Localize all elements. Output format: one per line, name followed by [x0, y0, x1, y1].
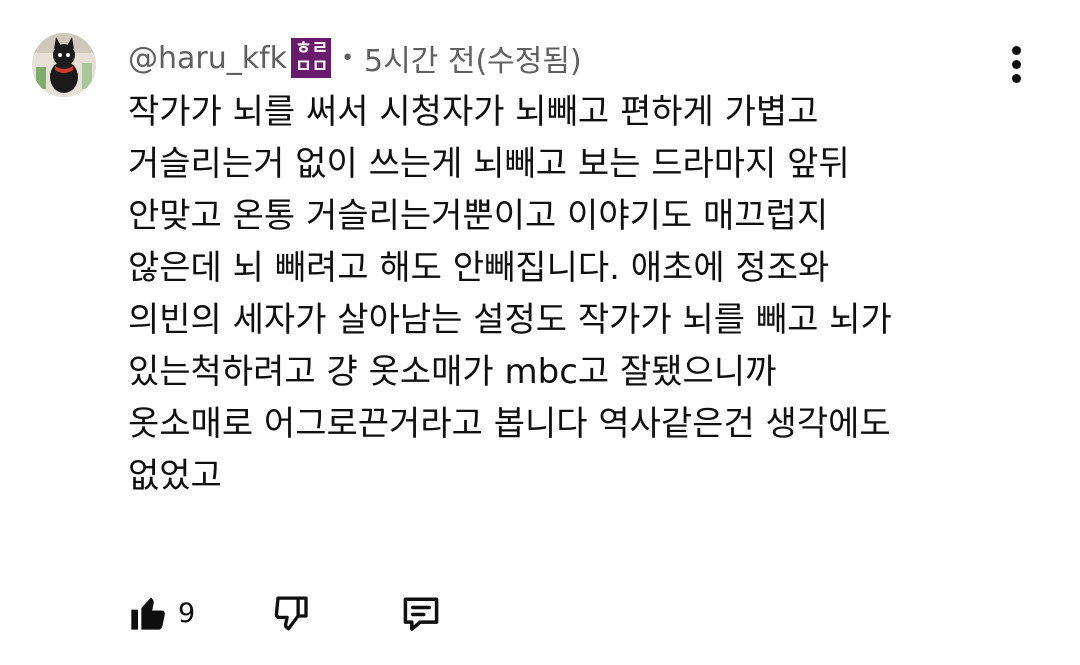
comment-line: 옷소매로 어그로끈거라고 봅니다 역사같은건 생각에도 [128, 404, 891, 444]
thumbs-down-icon [274, 596, 308, 631]
comment-actions: 9 [128, 590, 443, 636]
like-button[interactable]: 9 [128, 593, 195, 633]
comment-header: @haru_kfk ㅎㄹ ㅁㅁ • 5시간 전(수정됨) [128, 36, 582, 80]
comment-line: 거슬리는거 없이 쓰는게 뇌빼고 보는 드라마지 앞뒤 [128, 144, 850, 184]
comment-timestamp[interactable]: 5시간 전(수정됨) [364, 36, 582, 80]
thumbs-up-icon [131, 597, 165, 630]
member-badge-icon: ㅎㄹ ㅁㅁ [291, 38, 332, 78]
more-vert-icon-dot [1012, 60, 1021, 69]
comment-line: 작가가 뇌를 써서 시청자가 뇌빼고 편하게 가볍고 [128, 92, 819, 132]
reply-button[interactable] [399, 591, 443, 635]
badge-text-bottom: ㅁㅁ [295, 56, 329, 77]
separator-dot: • [341, 45, 355, 71]
more-vert-icon [1012, 46, 1021, 55]
comment-line: 없었고 [128, 456, 222, 496]
comment-line: 안맞고 온통 거슬리는거뿐이고 이야기도 매끄럽지 [128, 196, 829, 236]
like-count: 9 [178, 597, 196, 629]
more-vert-icon-dot [1012, 74, 1021, 83]
comment-line: 않은데 뇌 빼려고 해도 안빼집니다. 애초에 정조와 [128, 248, 830, 288]
avatar-image [32, 33, 96, 97]
more-options-button[interactable] [1000, 40, 1034, 88]
author-handle[interactable]: @haru_kfk [128, 41, 287, 76]
comment-body: 작가가 뇌를 써서 시청자가 뇌빼고 편하게 가볍고 거슬리는거 없이 쓰는게 … [128, 86, 1028, 502]
comment-line: 있는척하려고 걍 옷소매가 mbc고 잘됐으니까 [128, 352, 777, 392]
avatar[interactable] [32, 33, 96, 97]
dislike-button[interactable] [271, 592, 313, 634]
comment-line: 의빈의 세자가 살아남는 설정도 작가가 뇌를 빼고 뇌가 [128, 300, 892, 340]
reply-icon [403, 597, 439, 631]
